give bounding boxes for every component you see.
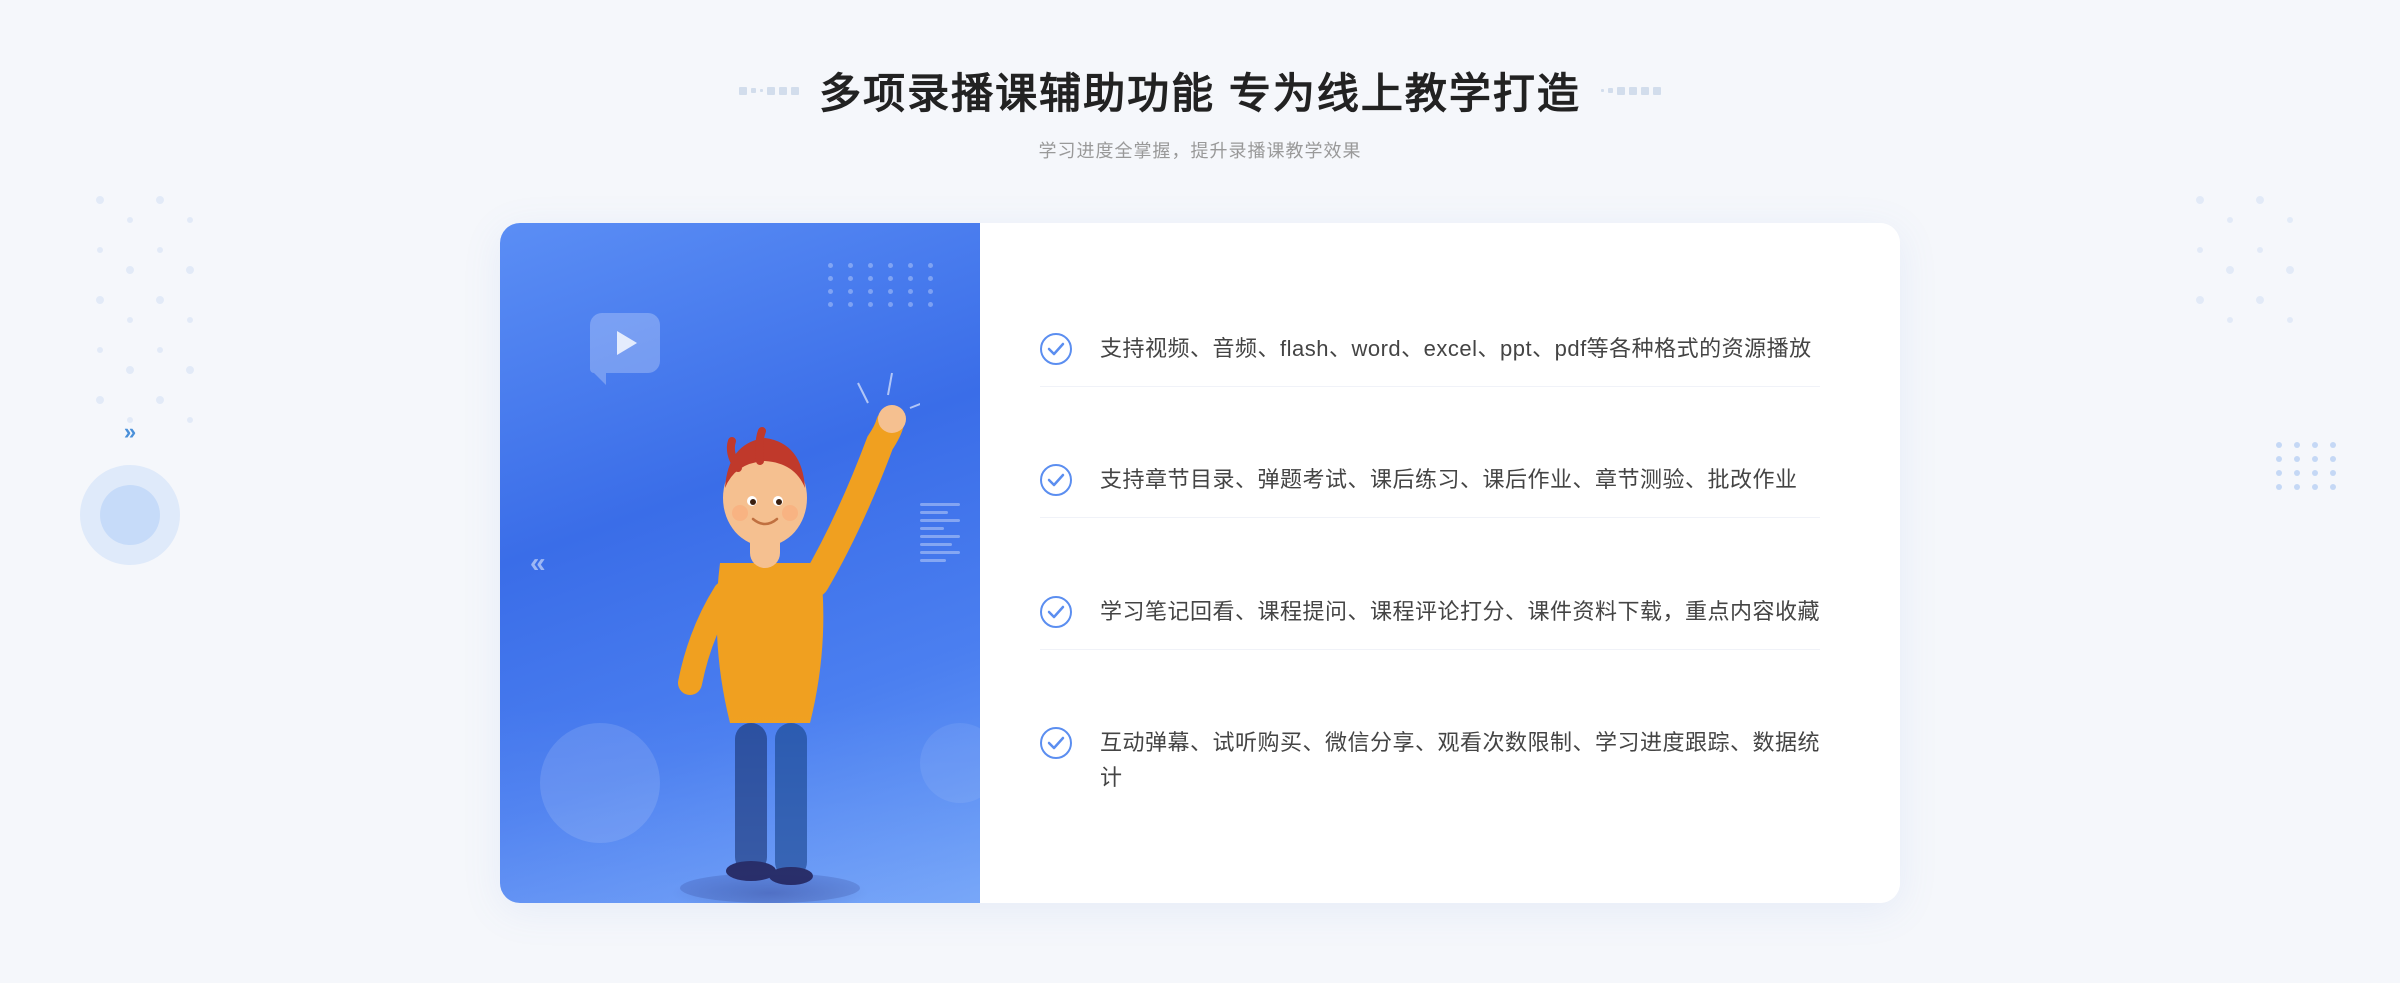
header-dots-left xyxy=(739,87,799,95)
title-row: 多项录播课辅助功能 专为线上教学打造 xyxy=(739,60,1661,121)
header-dots-right xyxy=(1601,87,1661,95)
illustration-panel: « xyxy=(500,223,980,903)
side-decoration-right xyxy=(2276,442,2340,490)
chevron-icon: » xyxy=(80,419,180,445)
feature-text-1: 支持视频、音频、flash、word、excel、ppt、pdf等各种格式的资源… xyxy=(1100,331,1812,366)
main-card: « xyxy=(500,223,1900,903)
dot-grid-top xyxy=(828,263,940,307)
page-subtitle: 学习进度全掌握，提升录播课教学效果 xyxy=(739,137,1661,163)
check-icon-3 xyxy=(1040,596,1072,628)
check-icon-4 xyxy=(1040,727,1072,759)
feature-item-2: 支持章节目录、弹题考试、课后练习、课后作业、章节测验、批改作业 xyxy=(1040,442,1820,518)
side-decoration-left: » xyxy=(80,419,180,565)
page-wrapper: » 多项录播课辅助功能 专为线上教学打造 xyxy=(0,0,2400,983)
feature-item-1: 支持视频、音频、flash、word、excel、ppt、pdf等各种格式的资源… xyxy=(1040,311,1820,387)
check-icon-2 xyxy=(1040,464,1072,496)
features-panel: 支持视频、音频、flash、word、excel、ppt、pdf等各种格式的资源… xyxy=(980,223,1900,903)
feature-item-4: 互动弹幕、试听购买、微信分享、观看次数限制、学习进度跟踪、数据统计 xyxy=(1040,705,1820,815)
feature-text-4: 互动弹幕、试听购买、微信分享、观看次数限制、学习进度跟踪、数据统计 xyxy=(1100,725,1820,795)
feature-item-3: 学习笔记回看、课程提问、课程评论打分、课件资料下载，重点内容收藏 xyxy=(1040,574,1820,650)
chevron-left-icon: « xyxy=(530,547,546,579)
feature-text-3: 学习笔记回看、课程提问、课程评论打分、课件资料下载，重点内容收藏 xyxy=(1100,594,1820,629)
header-section: 多项录播课辅助功能 专为线上教学打造 学习进度全掌握，提升录播课教学效果 xyxy=(739,60,1661,163)
page-title: 多项录播课辅助功能 专为线上教学打造 xyxy=(819,60,1581,121)
check-icon-1 xyxy=(1040,333,1072,365)
deco-circle-left xyxy=(80,465,180,565)
feature-text-2: 支持章节目录、弹题考试、课后练习、课后作业、章节测验、批改作业 xyxy=(1100,462,1798,497)
stripe-decoration xyxy=(920,503,960,623)
